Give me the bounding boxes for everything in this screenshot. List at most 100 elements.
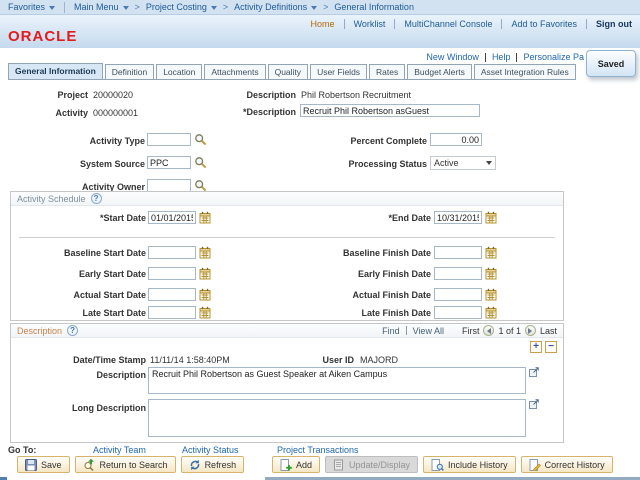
chevron-down-icon: [211, 6, 217, 10]
tab-quality[interactable]: Quality: [268, 64, 308, 80]
include-history-button[interactable]: Include History: [423, 456, 516, 473]
personalize-page-link[interactable]: Personalize Pa: [523, 52, 584, 62]
project-transactions-link[interactable]: Project Transactions: [277, 445, 359, 455]
processing-status-dropdown[interactable]: Active: [430, 156, 496, 170]
early-finish-date-calendar-button[interactable]: [485, 267, 497, 280]
baseline-start-date-label: Baseline Start Date: [21, 248, 146, 258]
baseline-finish-date-calendar-button[interactable]: [485, 246, 497, 259]
tab-asset-integration-rules[interactable]: Asset Integration Rules: [474, 64, 576, 80]
end-date-calendar-button[interactable]: [485, 211, 497, 224]
actual-finish-date-input[interactable]: [434, 288, 482, 301]
tab-user-fields[interactable]: User Fields: [310, 64, 367, 80]
breadcrumb-activity-definitions[interactable]: Activity Definitions: [234, 2, 317, 12]
update-display-icon: [333, 459, 345, 471]
breadcrumb-general-information[interactable]: General Information: [334, 2, 414, 12]
late-finish-date-calendar-button[interactable]: [485, 306, 497, 319]
home-link[interactable]: Home: [311, 19, 335, 29]
long-description-expand-button[interactable]: [529, 399, 539, 409]
early-finish-date-input[interactable]: [434, 267, 482, 280]
schedule-separator: [19, 237, 555, 238]
activity-schedule-title: Activity Schedule: [17, 194, 86, 204]
help-icon[interactable]: ?: [67, 325, 78, 336]
actual-finish-date-label: Actual Finish Date: [271, 290, 431, 300]
add-row-button[interactable]: +: [530, 341, 542, 353]
breadcrumb-main-menu[interactable]: Main Menu: [74, 2, 129, 12]
early-start-date-calendar-button[interactable]: [199, 267, 211, 280]
actual-start-date-input[interactable]: [148, 288, 196, 301]
correct-history-button[interactable]: Correct History: [521, 456, 613, 473]
add-button[interactable]: Add: [272, 456, 320, 473]
peoplesoft-window: Favorites Main Menu > Project Costing > …: [0, 0, 640, 480]
chevron-down-icon: [49, 6, 55, 10]
baseline-finish-date-input[interactable]: [434, 246, 482, 259]
end-date-input[interactable]: [434, 211, 482, 224]
tab-budget-alerts[interactable]: Budget Alerts: [407, 64, 472, 80]
tab-general-information[interactable]: General Information: [8, 63, 103, 80]
activity-team-link[interactable]: Activity Team: [93, 445, 146, 455]
pagination-bar: Find View All First 1 of 1 Last: [382, 325, 557, 336]
tab-location[interactable]: Location: [156, 64, 202, 80]
utility-divider: [485, 53, 486, 62]
worklist-link[interactable]: Worklist: [354, 19, 386, 29]
percent-complete-label: Percent Complete: [300, 136, 427, 146]
save-icon: [25, 459, 37, 471]
actual-finish-date-calendar-button[interactable]: [485, 288, 497, 301]
activity-description-input[interactable]: [300, 104, 480, 117]
baseline-start-date-calendar-button[interactable]: [199, 246, 211, 259]
percent-complete-input[interactable]: [430, 133, 482, 146]
start-date-calendar-button[interactable]: [199, 211, 211, 224]
update-display-button: Update/Display: [325, 456, 418, 473]
breadcrumb-item-label: General Information: [334, 2, 414, 12]
late-finish-date-input[interactable]: [434, 306, 482, 319]
view-all-link[interactable]: View All: [413, 326, 444, 336]
multichannel-console-link[interactable]: MultiChannel Console: [404, 19, 492, 29]
return-to-search-button[interactable]: Return to Search: [75, 456, 176, 473]
refresh-label: Refresh: [205, 460, 237, 470]
early-start-date-input[interactable]: [148, 267, 196, 280]
calendar-icon: [485, 288, 497, 301]
delete-row-button[interactable]: −: [545, 341, 557, 353]
tab-attachments[interactable]: Attachments: [204, 64, 265, 80]
activity-type-lookup-button[interactable]: [194, 133, 207, 146]
next-row-button[interactable]: [525, 325, 536, 336]
late-finish-date-label: Late Finish Date: [271, 308, 431, 318]
activity-type-input[interactable]: [147, 133, 191, 146]
calendar-icon: [485, 246, 497, 259]
tab-definition[interactable]: Definition: [105, 64, 154, 80]
description-header: Description ? Find View All First 1 of 1…: [11, 324, 563, 338]
baseline-start-date-input[interactable]: [148, 246, 196, 259]
chevron-down-icon: [123, 6, 129, 10]
activity-status-link[interactable]: Activity Status: [182, 445, 239, 455]
breadcrumb-favorites[interactable]: Favorites: [8, 2, 55, 12]
sign-out-link[interactable]: Sign out: [596, 19, 632, 29]
correct-history-label: Correct History: [545, 460, 605, 470]
save-button[interactable]: Save: [17, 456, 70, 473]
late-start-date-calendar-button[interactable]: [199, 306, 211, 319]
new-window-link[interactable]: New Window: [426, 52, 479, 62]
find-link[interactable]: Find: [382, 326, 400, 336]
add-to-favorites-link[interactable]: Add to Favorites: [511, 19, 577, 29]
late-start-date-input[interactable]: [148, 306, 196, 319]
description-textarea[interactable]: Recruit Phil Robertson as Guest Speaker …: [148, 367, 526, 394]
breadcrumb-project-costing[interactable]: Project Costing: [146, 2, 217, 12]
early-start-date-label: Early Start Date: [21, 269, 146, 279]
help-link[interactable]: Help: [492, 52, 511, 62]
refresh-button[interactable]: Refresh: [181, 456, 245, 473]
activity-value: 000000001: [93, 108, 138, 118]
description-groupbox: Description ? Find View All First 1 of 1…: [10, 323, 564, 443]
help-icon[interactable]: ?: [91, 193, 102, 204]
tab-rates[interactable]: Rates: [369, 64, 405, 80]
system-source-input[interactable]: [147, 156, 191, 169]
calendar-icon: [485, 306, 497, 319]
previous-row-button[interactable]: [483, 325, 494, 336]
go-to-label: Go To:: [8, 445, 48, 455]
start-date-input[interactable]: [148, 211, 196, 224]
system-source-lookup-button[interactable]: [194, 156, 207, 169]
project-description-label: Description: [180, 90, 296, 100]
actual-start-date-calendar-button[interactable]: [199, 288, 211, 301]
pagination-divider: [406, 326, 407, 335]
long-description-textarea[interactable]: [148, 399, 526, 437]
add-icon: [280, 459, 292, 471]
long-description-label: Long Description: [21, 403, 146, 413]
description-expand-button[interactable]: [529, 367, 539, 377]
